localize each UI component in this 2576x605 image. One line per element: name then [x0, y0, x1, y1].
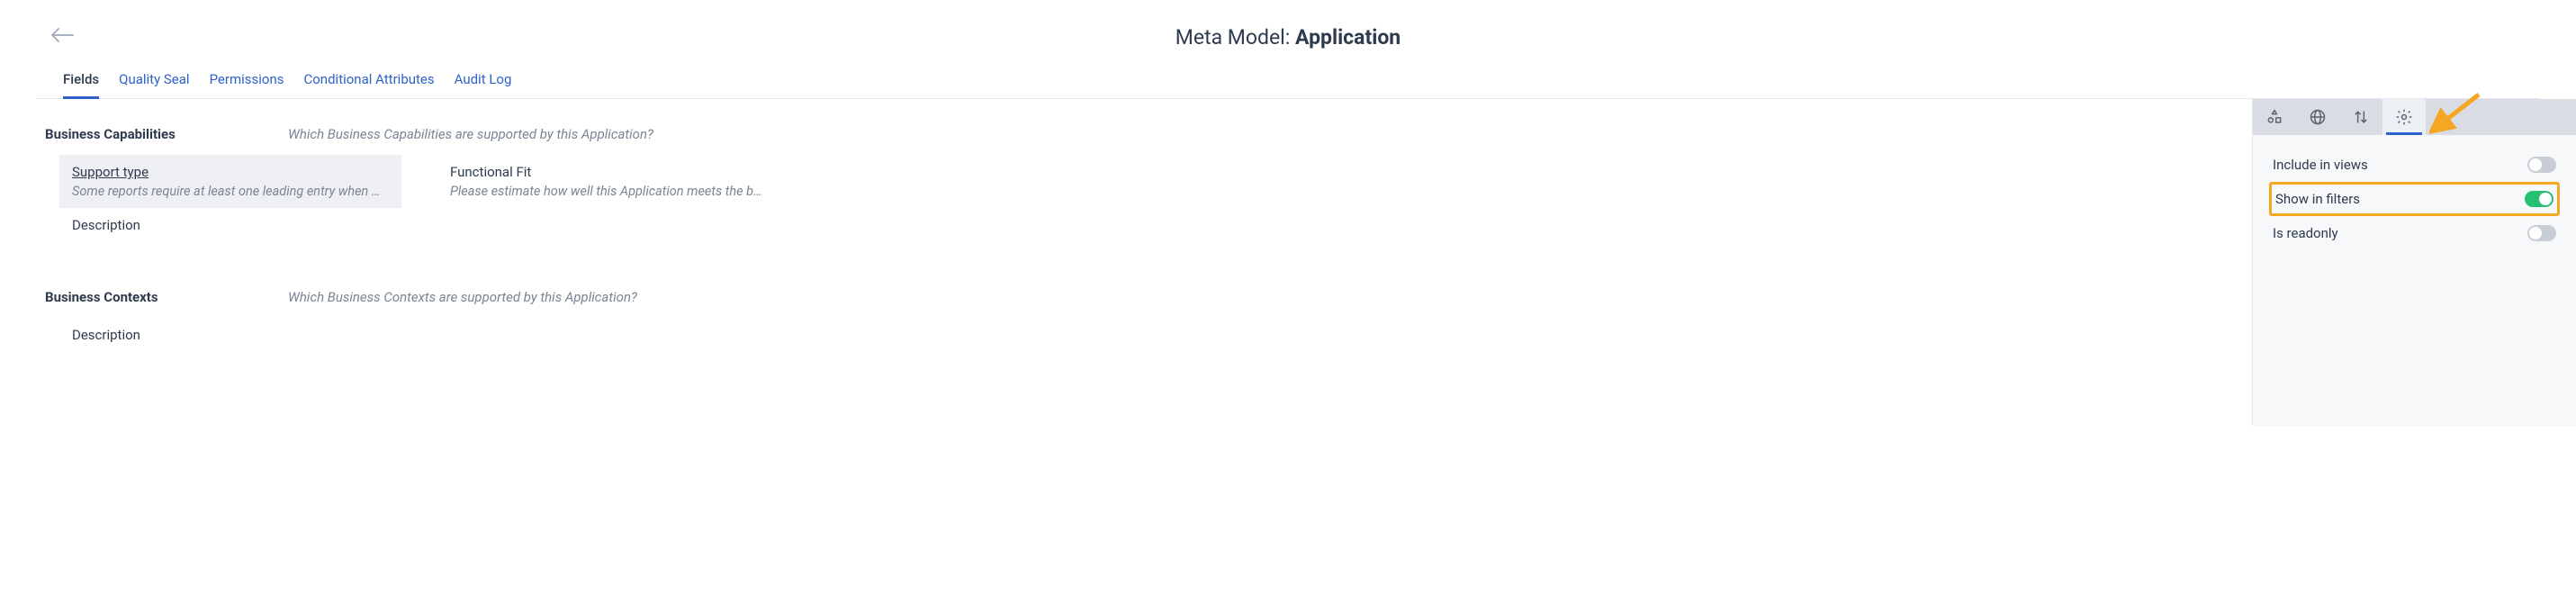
field-card[interactable]: Support type Some reports require at leas…	[59, 155, 401, 208]
section-desc: Which Business Contexts are supported by…	[288, 289, 637, 305]
field-card[interactable]: Description	[59, 208, 401, 246]
settings-list: Include in views Show in filters Is readon…	[2253, 135, 2576, 263]
section-desc: Which Business Capabilities are supporte…	[288, 126, 653, 142]
setting-row: Show in filters	[2269, 182, 2560, 216]
section: Business ContextsWhich Business Contexts…	[45, 289, 2207, 356]
section-title: Business Capabilities	[45, 126, 288, 142]
sort-icon[interactable]	[2339, 99, 2382, 135]
page-title: Meta Model: Application	[36, 25, 2540, 50]
tab-fields[interactable]: Fields	[63, 71, 99, 98]
field-name: Description	[72, 327, 389, 343]
tab-conditional-attributes[interactable]: Conditional Attributes	[303, 71, 434, 98]
field-card[interactable]: Functional Fit Please estimate how well t…	[437, 155, 779, 208]
section-header: Business CapabilitiesWhich Business Capa…	[45, 126, 2207, 142]
field-name: Functional Fit	[450, 164, 767, 180]
field-help: Some reports require at least one leadin…	[72, 184, 389, 199]
field-name: Support type	[72, 164, 389, 180]
globe-icon[interactable]	[2296, 99, 2339, 135]
fields-row: Description	[45, 318, 2207, 356]
toggle[interactable]	[2527, 225, 2556, 241]
tab-permissions[interactable]: Permissions	[210, 71, 284, 98]
title-name: Application	[1295, 25, 1401, 50]
side-panel: Include in views Show in filters Is readon…	[2252, 99, 2576, 426]
section-header: Business ContextsWhich Business Contexts…	[45, 289, 2207, 305]
fields-row: Description	[45, 208, 2207, 246]
setting-row: Is readonly	[2269, 216, 2560, 250]
field-help: Please estimate how well this Applicatio…	[450, 184, 767, 199]
field-name: Description	[72, 217, 389, 233]
fields-row: Support type Some reports require at leas…	[45, 155, 2207, 208]
main-content: Business CapabilitiesWhich Business Capa…	[0, 99, 2252, 426]
setting-row: Include in views	[2269, 148, 2560, 182]
setting-label: Include in views	[2273, 157, 2368, 173]
section-title: Business Contexts	[45, 289, 288, 305]
shapes-icon[interactable]	[2253, 99, 2296, 135]
setting-label: Show in filters	[2275, 191, 2360, 207]
tab-quality-seal[interactable]: Quality Seal	[119, 71, 189, 98]
gear-icon[interactable]	[2382, 99, 2426, 135]
side-tabs	[2253, 99, 2576, 135]
tab-audit-log[interactable]: Audit Log	[455, 71, 512, 98]
setting-label: Is readonly	[2273, 225, 2338, 241]
field-card[interactable]: Description	[59, 318, 401, 356]
back-button[interactable]	[50, 27, 75, 43]
section: Business CapabilitiesWhich Business Capa…	[45, 126, 2207, 246]
toggle[interactable]	[2525, 191, 2553, 207]
toggle[interactable]	[2527, 157, 2556, 173]
main-tabs: Fields Quality Seal Permissions Conditional…	[36, 50, 2540, 99]
title-prefix: Meta Model:	[1175, 25, 1295, 50]
